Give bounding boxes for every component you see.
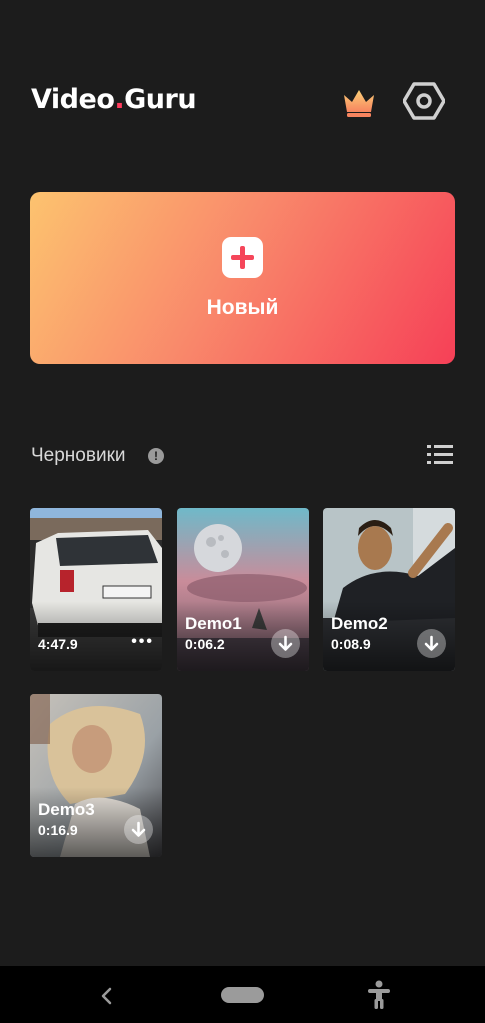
drafts-title: Черновики — [31, 445, 126, 466]
new-project-label: Новый — [206, 296, 279, 319]
draft-name: Demo2 — [331, 614, 388, 633]
draft-duration: 0:06.2 — [185, 636, 225, 652]
back-chevron-icon[interactable] — [98, 986, 116, 1006]
list-view-icon[interactable] — [427, 444, 453, 466]
logo-dot: . — [114, 84, 125, 115]
home-pill[interactable] — [221, 987, 264, 1003]
draft-duration: 0:16.9 — [38, 822, 78, 838]
draft-name: Demo3 — [38, 800, 95, 819]
download-icon[interactable] — [124, 815, 153, 844]
logo-text-video: Video — [31, 84, 115, 115]
draft-name: Demo1 — [185, 614, 242, 633]
download-icon[interactable] — [417, 629, 446, 658]
accessibility-icon[interactable] — [366, 980, 392, 1010]
download-icon[interactable] — [271, 629, 300, 658]
gear-icon[interactable] — [403, 80, 445, 122]
info-icon[interactable]: ! — [148, 448, 164, 464]
draft-item-1[interactable]: 4:47.9 ••• — [30, 508, 162, 671]
logo-text-guru: Guru — [124, 84, 197, 115]
draft-item-demo3[interactable]: Demo3 0:16.9 — [30, 694, 162, 857]
more-options-icon[interactable]: ••• — [131, 634, 154, 650]
plus-icon — [222, 237, 263, 278]
draft-item-demo2[interactable]: Demo2 0:08.9 — [323, 508, 455, 671]
system-navigation-bar — [0, 966, 485, 1023]
draft-item-demo1[interactable]: Demo1 0:06.2 — [177, 508, 309, 671]
draft-duration: 0:08.9 — [331, 636, 371, 652]
draft-duration: 4:47.9 — [38, 636, 78, 652]
new-project-button[interactable]: Новый — [30, 192, 455, 364]
crown-icon[interactable] — [341, 86, 377, 118]
app-logo: Video.Guru — [31, 84, 197, 115]
app-header: Video.Guru — [0, 0, 485, 200]
